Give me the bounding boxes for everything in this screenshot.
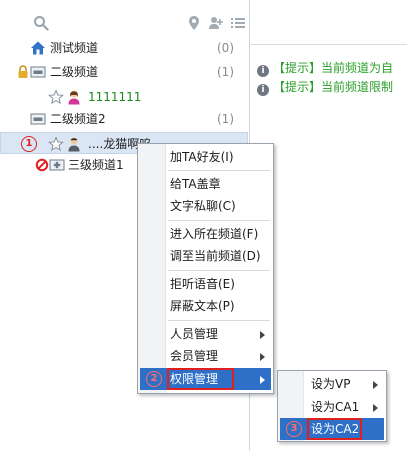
step-marker-1: 1 bbox=[21, 136, 37, 152]
hint-text: 当前频道为自 bbox=[321, 61, 394, 75]
channel-level2b[interactable]: 二级频道2 (1) bbox=[0, 108, 248, 130]
female-user-icon bbox=[66, 89, 82, 105]
menu-separator bbox=[168, 270, 270, 271]
highlight-box bbox=[307, 418, 362, 440]
star-icon bbox=[48, 136, 64, 152]
hint-message: i 【提示】当前频道限制 bbox=[257, 79, 393, 96]
channel-root-label: 测试频道 bbox=[50, 41, 99, 55]
message-panel-header bbox=[251, 0, 407, 45]
folder-icon bbox=[30, 64, 46, 80]
permission-submenu: 设为VP 设为CA1 3 设为CA2 bbox=[277, 370, 387, 442]
search-icon[interactable] bbox=[33, 15, 49, 31]
menu-item-private-chat[interactable]: 文字私聊(C) bbox=[140, 195, 271, 217]
menu-item-enter-channel[interactable]: 进入所在频道(F) bbox=[140, 223, 271, 245]
hint-tag: 【提示】 bbox=[273, 80, 322, 94]
submenu-arrow-icon bbox=[373, 404, 378, 412]
menu-item-stamp[interactable]: 给TA盖章 bbox=[140, 173, 271, 195]
submenu-item-set-vp[interactable]: 设为VP bbox=[280, 373, 384, 395]
menu-separator bbox=[168, 220, 270, 221]
channel-level2[interactable]: 二级频道 (1) bbox=[0, 61, 248, 83]
member-row[interactable]: 1111111 bbox=[0, 86, 248, 108]
user-add-icon[interactable] bbox=[208, 15, 224, 31]
submenu-item-label: 设为CA1 bbox=[311, 400, 360, 414]
submenu-arrow-icon bbox=[260, 331, 265, 339]
channel-root[interactable]: 测试频道 (0) bbox=[0, 37, 248, 59]
submenu-item-set-ca1[interactable]: 设为CA1 bbox=[280, 396, 384, 418]
step-marker-3: 3 bbox=[286, 421, 302, 437]
menu-item-label: 调至当前频道(D) bbox=[170, 249, 261, 263]
channel-level2b-count: (1) bbox=[217, 112, 234, 126]
menu-item-label: 屏蔽文本(P) bbox=[170, 299, 235, 313]
menu-separator bbox=[168, 320, 270, 321]
highlight-box bbox=[167, 368, 234, 390]
member-name: 1111111 bbox=[88, 90, 142, 104]
hint-message: i 【提示】当前频道为自 bbox=[257, 60, 393, 77]
menu-item-mute-voice[interactable]: 拒听语音(E) bbox=[140, 273, 271, 295]
submenu-arrow-icon bbox=[260, 353, 265, 361]
hint-text: 当前频道限制 bbox=[321, 80, 394, 94]
location-pin-icon[interactable] bbox=[186, 15, 202, 31]
menu-item-label: 给TA盖章 bbox=[170, 177, 221, 191]
channel-level3-label: 三级频道1 bbox=[68, 158, 124, 172]
folder-icon bbox=[49, 157, 65, 173]
folder-icon bbox=[30, 111, 46, 127]
menu-item-move-to-channel[interactable]: 调至当前频道(D) bbox=[140, 245, 271, 267]
menu-item-label: 文字私聊(C) bbox=[170, 199, 236, 213]
menu-item-member-management[interactable]: 会员管理 bbox=[140, 345, 271, 367]
menu-item-add-friend[interactable]: 加TA好友(I) bbox=[140, 146, 271, 168]
submenu-arrow-icon bbox=[373, 381, 378, 389]
menu-item-label: 人员管理 bbox=[170, 327, 219, 341]
menu-item-label: 进入所在频道(F) bbox=[170, 227, 259, 241]
channel-level2b-label: 二级频道2 bbox=[50, 112, 106, 126]
house-icon bbox=[30, 40, 46, 56]
info-icon: i bbox=[257, 65, 269, 77]
menu-item-label: 加TA好友(I) bbox=[170, 150, 234, 164]
channel-root-count: (0) bbox=[217, 41, 234, 55]
submenu-item-label: 设为VP bbox=[311, 377, 351, 391]
channel-toolbar bbox=[0, 10, 250, 36]
list-icon[interactable] bbox=[230, 15, 246, 31]
menu-item-block-text[interactable]: 屏蔽文本(P) bbox=[140, 295, 271, 317]
channel-level2-count: (1) bbox=[217, 65, 234, 79]
star-icon bbox=[48, 89, 64, 105]
channel-level2-label: 二级频道 bbox=[50, 65, 99, 79]
menu-item-label: 会员管理 bbox=[170, 349, 219, 363]
info-icon: i bbox=[257, 84, 269, 96]
male-user-icon bbox=[66, 136, 82, 152]
menu-separator bbox=[168, 170, 270, 171]
context-menu: 加TA好友(I) 给TA盖章 文字私聊(C) 进入所在频道(F) 调至当前频道(… bbox=[137, 143, 274, 394]
submenu-arrow-icon bbox=[260, 376, 265, 384]
menu-item-staff-management[interactable]: 人员管理 bbox=[140, 323, 271, 345]
menu-item-label: 拒听语音(E) bbox=[170, 277, 235, 291]
hint-tag: 【提示】 bbox=[273, 61, 322, 75]
step-marker-2: 2 bbox=[146, 371, 162, 387]
